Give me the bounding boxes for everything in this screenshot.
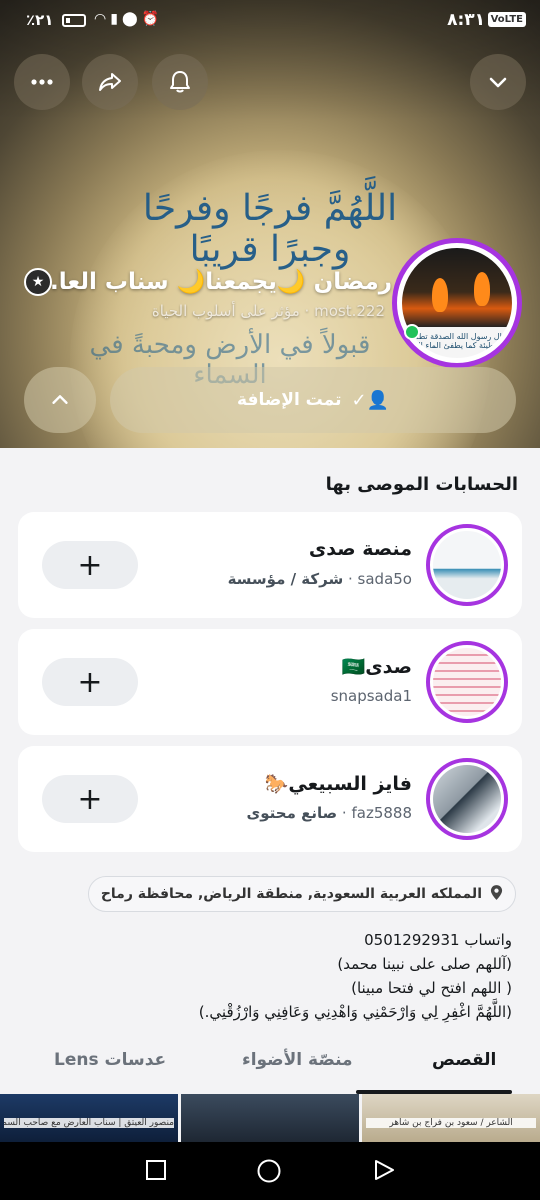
status-bar: ٪٢١ ◠▮⬤⏰ ٨:٣١ VoLTE bbox=[0, 0, 540, 44]
user-check-icon: 👤✓ bbox=[351, 389, 389, 411]
account-category: صانع محتوى bbox=[246, 804, 338, 822]
account-username: faz5888 bbox=[351, 804, 412, 822]
chevron-down-icon bbox=[489, 77, 507, 88]
add-friend-button[interactable]: + bbox=[42, 775, 138, 823]
tab-lenses[interactable]: عدسات Lens bbox=[54, 1050, 166, 1070]
account-avatar[interactable] bbox=[426, 641, 508, 723]
home-button[interactable] bbox=[256, 1158, 282, 1188]
story-thumbnail[interactable]: الشاعر / سعود بن فراج بن شاهر bbox=[362, 1094, 540, 1142]
bio-line: (آللهم صلى على نبينا محمد) bbox=[337, 955, 512, 973]
profile-name: رمضان 🌙يجمعنا🌙 سناب العا... bbox=[32, 269, 392, 295]
tab-stories[interactable]: القصص bbox=[432, 1050, 496, 1070]
more-icon bbox=[31, 79, 53, 85]
added-friend-button[interactable]: 👤✓ تمت الإضافة bbox=[110, 367, 516, 433]
story-thumbnails: الشاعر / سعود بن فراج بن شاهر منصور العي… bbox=[0, 1094, 540, 1142]
recommended-card[interactable]: صدى🇸🇦 snapsada1 + bbox=[18, 629, 522, 735]
story-thumbnail[interactable]: منصور العيتق | سناب العارض مع صاحب السمو… bbox=[0, 1094, 178, 1142]
recents-button[interactable] bbox=[144, 1158, 168, 1186]
profile-bio: واتساب 0501292931 (آللهم صلى على نبينا م… bbox=[199, 928, 512, 1024]
account-username: sada5o bbox=[357, 570, 412, 588]
more-button[interactable] bbox=[14, 54, 70, 110]
story-label: منصور العيتق | سناب العارض مع صاحب السمو… bbox=[4, 1118, 174, 1128]
location-text: المملكه العربية السعودية, منطقة الرياض, … bbox=[100, 886, 482, 902]
clock: ٨:٣١ bbox=[447, 10, 485, 30]
account-avatar[interactable] bbox=[426, 758, 508, 840]
account-category: شركة / مؤسسة bbox=[227, 570, 344, 588]
add-friend-button[interactable]: + bbox=[42, 541, 138, 589]
added-button-label: تمت الإضافة bbox=[237, 390, 342, 410]
back-button[interactable] bbox=[372, 1158, 396, 1186]
home-icon bbox=[257, 1159, 281, 1183]
content-tabs: القصص منصّة الأضواء عدسات Lens bbox=[0, 1036, 540, 1094]
profile-avatar[interactable]: قال رسول الله الصدقة تطفئ الخطيئة كما يط… bbox=[392, 238, 522, 368]
account-name: صدى🇸🇦 bbox=[341, 656, 412, 678]
separator: · bbox=[341, 804, 347, 822]
header-calligraphy: اللَّهُمَّ فرجًا وفرحًا وجبرًا قريبًا bbox=[142, 188, 398, 270]
profile-category: مؤثر على أسلوب الحياة bbox=[151, 302, 300, 320]
share-button[interactable] bbox=[82, 54, 138, 110]
system-nav-bar bbox=[0, 1142, 540, 1200]
wifi-icon: ◠ bbox=[94, 11, 111, 27]
account-name: منصة صدى bbox=[308, 538, 412, 560]
account-username: snapsada1 bbox=[330, 687, 412, 705]
account-avatar[interactable] bbox=[426, 524, 508, 606]
alarm-icon: ⏰ bbox=[141, 11, 164, 27]
recommended-card[interactable]: فايز السبيعي🐎 faz5888 · صانع محتوى + bbox=[18, 746, 522, 852]
signal-icon: ▮ bbox=[110, 11, 122, 27]
bio-line: ( اللهم افتح لي فتحا مبينا) bbox=[351, 979, 512, 997]
tab-spotlight[interactable]: منصّة الأضواء bbox=[242, 1050, 353, 1070]
account-name: فايز السبيعي🐎 bbox=[264, 773, 412, 795]
separator: · bbox=[347, 570, 353, 588]
chevron-up-button[interactable] bbox=[24, 367, 96, 433]
status-icons: ◠▮⬤⏰ bbox=[94, 11, 163, 27]
account-meta: faz5888 · صانع محتوى bbox=[247, 804, 412, 822]
profile-subtitle: most.222 · مؤثر على أسلوب الحياة bbox=[152, 302, 385, 320]
story-thumbnail[interactable] bbox=[181, 1094, 359, 1142]
notifications-button[interactable] bbox=[152, 54, 208, 110]
location-pin-icon bbox=[490, 884, 503, 905]
recommended-card[interactable]: منصة صدى sada5o · شركة / مؤسسة + bbox=[18, 512, 522, 618]
battery-percent: ٪٢١ bbox=[26, 11, 54, 29]
collapse-header-button[interactable] bbox=[470, 54, 526, 110]
avatar-image: قال رسول الله الصدقة تطفئ الخطيئة كما يط… bbox=[402, 248, 512, 358]
story-label: الشاعر / سعود بن فراج بن شاهر bbox=[366, 1118, 536, 1128]
bell-icon bbox=[170, 71, 190, 93]
star-badge-icon[interactable]: ★ bbox=[24, 268, 52, 296]
online-indicator bbox=[404, 324, 420, 340]
account-meta: sada5o · شركة / مؤسسة bbox=[228, 570, 412, 588]
add-friend-button[interactable]: + bbox=[42, 658, 138, 706]
separator: · bbox=[304, 302, 310, 320]
profile-username: most.222 bbox=[314, 302, 385, 320]
account-meta: snapsada1 bbox=[331, 687, 412, 705]
chevron-up-icon bbox=[52, 395, 68, 404]
back-icon bbox=[375, 1160, 394, 1180]
bio-line: واتساب 0501292931 bbox=[364, 931, 512, 949]
battery-icon bbox=[62, 14, 86, 27]
recommended-title: الحسابات الموصى بها bbox=[325, 474, 518, 495]
location-icon: ⬤ bbox=[121, 11, 142, 27]
recents-icon bbox=[146, 1160, 166, 1180]
share-icon bbox=[99, 73, 121, 91]
volte-badge: VoLTE bbox=[487, 12, 526, 27]
bio-line: (اللَّهُمَّ اغْفِرِ لِي وَارْحَمْنِي وَا… bbox=[198, 1003, 512, 1021]
location-pill[interactable]: المملكه العربية السعودية, منطقة الرياض, … bbox=[87, 876, 516, 912]
